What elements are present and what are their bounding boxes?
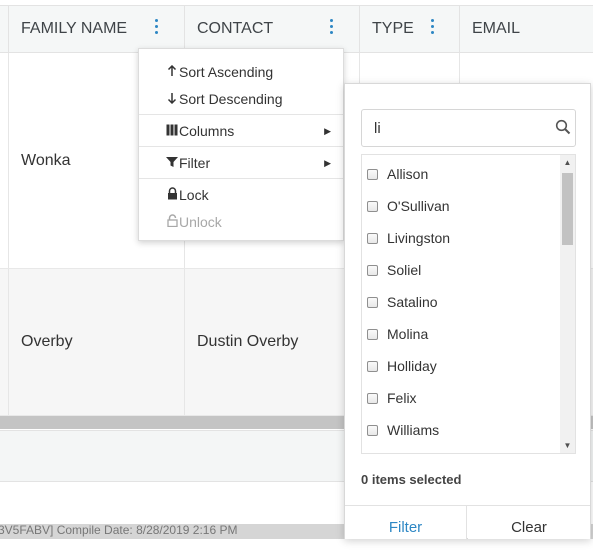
compile-text: 3V5FABV] Compile Date: 8/28/2019 2:16 PM [0,524,238,537]
lock-icon [165,182,179,208]
menu-item-label: Filter [179,155,211,171]
column-header-family-name[interactable]: FAMILY NAME [8,6,184,52]
column-header-contact[interactable]: CONTACT [184,6,359,52]
menu-item-lock[interactable]: Lock [139,182,343,208]
filter-option[interactable]: Molina [362,318,560,350]
clear-filter-button[interactable]: Clear [468,506,590,539]
filter-option-label: Soliel [387,262,422,278]
filter-option[interactable]: Allison [362,158,560,190]
apply-filter-button[interactable]: Filter [345,506,467,539]
column-header-label: CONTACT [197,20,274,37]
menu-item-label: Sort Ascending [179,64,274,80]
menu-divider [139,178,343,179]
checkbox[interactable] [367,392,378,404]
filter-option[interactable]: Holliday [362,350,560,382]
filter-option-label: Livingston [387,230,451,246]
menu-item-label: Lock [179,187,209,203]
arrow-down-icon [165,86,179,112]
filter-option[interactable]: O'Sullivan [362,190,560,222]
menu-item-label: Columns [179,123,235,139]
arrow-up-icon [165,59,179,85]
menu-item-sort-ascending[interactable]: Sort Ascending [139,59,343,85]
submenu-arrow-icon: ▶ [324,126,331,136]
checkbox[interactable] [367,232,378,244]
submenu-arrow-icon: ▶ [324,158,331,168]
menu-item-columns[interactable]: Columns ▶ [139,118,343,144]
grid-header: FAMILY NAME CONTACT TYPE EMAIL [0,5,593,53]
menu-divider [139,114,343,115]
checkbox[interactable] [367,264,378,276]
column-header-label: EMAIL [472,20,521,37]
filter-option-label: Felix [387,390,417,406]
scroll-up-icon[interactable]: ▲ [560,158,575,167]
filter-option[interactable]: Williams [362,414,560,446]
selected-count: 0 items selected [361,472,462,487]
column-menu-icon[interactable] [328,19,334,37]
checkbox[interactable] [367,424,378,436]
column-menu: Sort Ascending Sort Descending Columns ▶… [138,48,344,241]
column-header-label: FAMILY NAME [21,20,128,37]
filter-option-label: Satalino [387,294,438,310]
scroll-down-icon[interactable]: ▼ [560,441,575,450]
cell-contact[interactable]: Dustin Overby [184,269,359,415]
column-header-type[interactable]: TYPE [359,6,459,52]
cell-family-name[interactable]: Overby [8,269,184,415]
column-header-email[interactable]: EMAIL [459,6,593,52]
menu-item-label: Unlock [179,214,222,230]
checkbox[interactable] [367,328,378,340]
checkbox[interactable] [367,168,378,180]
checkbox[interactable] [367,360,378,372]
filter-option[interactable]: Felix [362,382,560,414]
filter-option-label: Holliday [387,358,437,374]
menu-divider [139,146,343,147]
search-icon[interactable] [555,119,571,135]
column-header-label: TYPE [372,20,414,37]
menu-item-label: Sort Descending [179,91,283,107]
filter-option-label: O'Sullivan [387,198,450,214]
menu-item-sort-descending[interactable]: Sort Descending [139,86,343,112]
filter-option[interactable]: Soliel [362,254,560,286]
filter-options-list[interactable]: Allison O'Sullivan Livingston Soliel Sat… [361,154,576,454]
vertical-scrollbar[interactable]: ▲ ▼ [560,155,575,453]
filter-popup: Allison O'Sullivan Livingston Soliel Sat… [344,83,591,539]
checkbox[interactable] [367,296,378,308]
filter-option-label: Allison [387,166,429,182]
columns-icon [165,118,179,144]
filter-search-input[interactable] [361,109,576,147]
filter-option-label: Molina [387,326,429,342]
filter-option[interactable]: Livingston [362,222,560,254]
column-menu-icon[interactable] [429,19,435,37]
filter-option[interactable]: Satalino [362,286,560,318]
menu-item-unlock[interactable]: Unlock [139,209,343,235]
scrollbar-thumb[interactable] [562,173,573,245]
funnel-icon [165,150,179,176]
unlock-icon [165,209,179,235]
menu-item-filter[interactable]: Filter ▶ [139,150,343,176]
column-menu-icon[interactable] [153,19,159,37]
filter-actions: Filter Clear [345,505,590,539]
checkbox[interactable] [367,200,378,212]
filter-option-label: Williams [387,422,440,438]
